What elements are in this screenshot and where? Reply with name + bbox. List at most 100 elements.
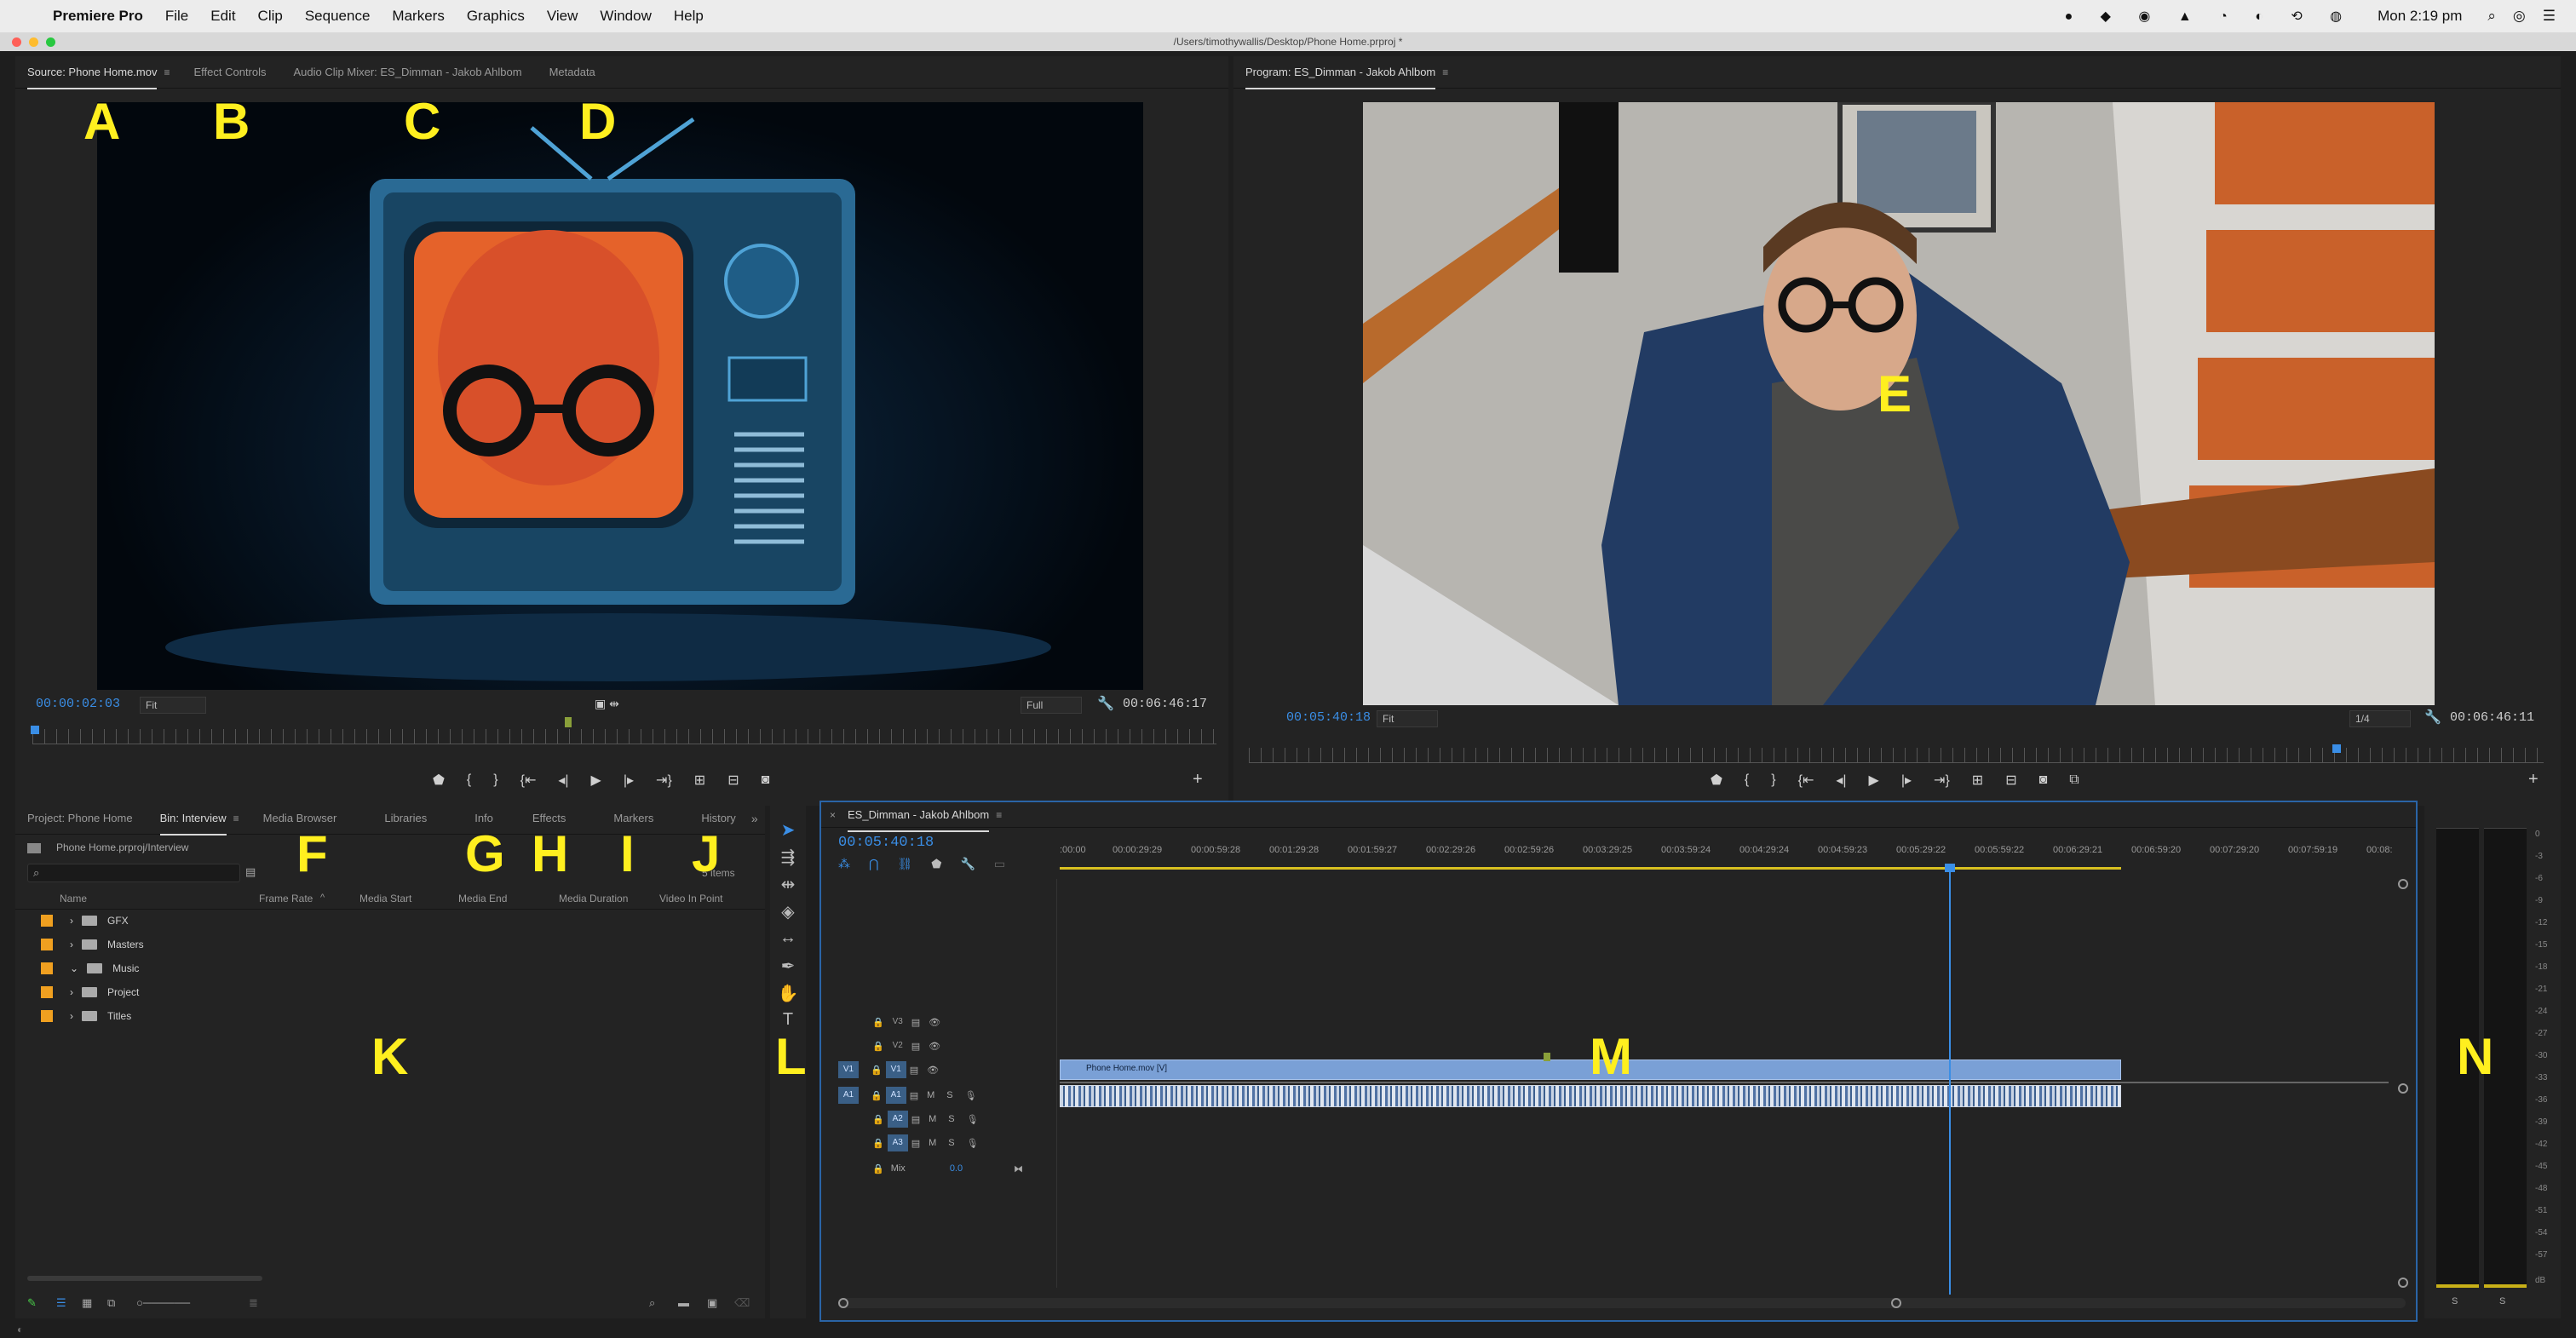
disclosure-icon[interactable]: ⌄ — [70, 962, 78, 974]
track-target[interactable]: A1 — [885, 1087, 906, 1104]
sync-lock-icon[interactable]: ▤ — [911, 1017, 920, 1028]
program-resolution-select[interactable]: 1/4 — [2349, 710, 2411, 727]
column-frame-rate[interactable]: Frame Rate — [259, 893, 313, 904]
track-target[interactable]: V2 — [888, 1037, 908, 1054]
mark-in-icon[interactable]: { — [467, 772, 471, 788]
scroll-handle-bottom[interactable] — [2398, 1278, 2408, 1288]
disclosure-icon[interactable]: › — [70, 915, 73, 927]
label-swatch[interactable] — [41, 962, 53, 974]
track-header-v3[interactable]: 🔒 V3 ▤ 👁 — [821, 1010, 1046, 1034]
horizontal-zoom-scrollbar[interactable] — [838, 1298, 2406, 1308]
track-header-v2[interactable]: 🔒 V2 ▤ 👁 — [821, 1034, 1046, 1058]
siri-icon[interactable]: ◎ — [2513, 8, 2526, 25]
go-to-out-icon[interactable]: ⇥} — [1934, 772, 1950, 789]
zoom-handle-right[interactable] — [1891, 1298, 1901, 1308]
mark-in-icon[interactable]: { — [1745, 772, 1749, 788]
source-time-ruler[interactable] — [32, 729, 1216, 744]
solo-button[interactable]: S — [948, 1138, 954, 1148]
tab-project[interactable]: Project: Phone Home — [15, 812, 148, 824]
eye-icon[interactable]: 👁 — [929, 1017, 940, 1028]
new-search-bin-icon[interactable]: ▤ — [245, 865, 256, 879]
close-window-button[interactable] — [12, 37, 21, 47]
add-button-icon[interactable]: + — [1193, 770, 1203, 790]
track-header-a1[interactable]: A1 🔒 A1 ▤ M S 🎙 — [821, 1083, 1046, 1107]
mute-button[interactable]: M — [929, 1138, 936, 1148]
zoom-window-button[interactable] — [46, 37, 55, 47]
add-button-icon[interactable]: + — [2528, 770, 2539, 790]
timeline-timecode[interactable]: 00:05:40:18 — [838, 835, 934, 851]
lock-icon[interactable]: 🔒 — [872, 1163, 884, 1174]
column-media-duration[interactable]: Media Duration — [559, 893, 628, 904]
go-to-in-icon[interactable]: {⇤ — [1798, 772, 1814, 789]
tab-history[interactable]: History — [689, 812, 750, 824]
menu-markers[interactable]: Markers — [392, 8, 444, 25]
program-playhead[interactable] — [2332, 744, 2341, 753]
selection-tool-icon[interactable]: ➤ — [777, 819, 799, 841]
label-swatch[interactable] — [41, 915, 53, 927]
disclosure-icon[interactable]: › — [70, 1010, 73, 1022]
scroll-handle-mid[interactable] — [2398, 1083, 2408, 1094]
track-header-v1[interactable]: V1 🔒 V1 ▤ 👁 — [821, 1058, 1046, 1082]
label-swatch[interactable] — [41, 1010, 53, 1022]
horizontal-scrollbar[interactable] — [27, 1276, 262, 1281]
source-video-frame[interactable] — [97, 102, 1143, 690]
track-target[interactable]: V3 — [888, 1014, 908, 1031]
sort-ascending-icon[interactable]: ^ — [320, 893, 325, 903]
label-swatch[interactable] — [41, 939, 53, 950]
program-zoom-select[interactable]: Fit — [1377, 710, 1438, 727]
column-media-end[interactable]: Media End — [458, 893, 507, 904]
scroll-handle-top[interactable] — [2398, 879, 2408, 889]
label-swatch[interactable] — [41, 986, 53, 998]
sync-lock-icon[interactable]: ▤ — [911, 1138, 920, 1149]
track-header-mix[interactable]: 🔒 Mix 0.0 ⧓ — [821, 1157, 1046, 1180]
freeform-view-icon[interactable]: ⧉ — [107, 1296, 115, 1310]
eye-icon[interactable]: 👁 — [929, 1041, 940, 1052]
sync-lock-icon[interactable]: ▤ — [910, 1090, 918, 1101]
go-to-out-icon[interactable]: ⇥} — [656, 772, 672, 789]
mic-icon[interactable]: 🎙 — [965, 1090, 977, 1101]
captions-icon[interactable]: ▭ — [994, 857, 1005, 871]
find-icon[interactable]: ⌕ — [649, 1296, 655, 1310]
tab-effects[interactable]: Effects — [520, 812, 582, 824]
add-marker-icon[interactable]: ⬟ — [1711, 772, 1722, 789]
sync-lock-icon[interactable]: ▤ — [911, 1114, 920, 1125]
wrench-icon[interactable]: 🔧 — [1097, 695, 1114, 712]
track-header-a3[interactable]: 🔒 A3 ▤ M S 🎙 — [821, 1131, 1046, 1155]
export-frame-icon[interactable]: ◙ — [2039, 772, 2048, 788]
lift-icon[interactable]: ⊞ — [1972, 772, 1983, 789]
minimize-window-button[interactable] — [29, 37, 38, 47]
source-patch-a1[interactable]: A1 — [838, 1087, 859, 1104]
pen-tool-icon[interactable]: ✒ — [777, 956, 799, 977]
list-item[interactable]: › Project — [41, 986, 139, 998]
playhead-handle[interactable] — [1945, 864, 1955, 872]
track-target[interactable]: V1 — [885, 1061, 906, 1078]
settings-icon[interactable]: ▣ ⇹ — [595, 697, 619, 711]
export-frame-icon[interactable]: ◙ — [762, 772, 770, 788]
timeline-settings-icon[interactable]: 🔧 — [960, 857, 975, 871]
step-forward-icon[interactable]: |▸ — [624, 772, 634, 789]
column-media-start[interactable]: Media Start — [359, 893, 411, 904]
lock-icon[interactable]: 🔒 — [872, 1017, 884, 1028]
step-back-icon[interactable]: ◂| — [558, 772, 568, 789]
step-forward-icon[interactable]: |▸ — [1901, 772, 1912, 789]
mark-out-icon[interactable]: } — [493, 772, 497, 788]
menu-edit[interactable]: Edit — [210, 8, 235, 25]
clock[interactable]: Mon 2:19 pm — [2378, 8, 2462, 25]
pencil-icon[interactable]: ✎ — [27, 1296, 37, 1310]
linked-selection-icon[interactable]: ⛓ — [897, 857, 912, 871]
mark-out-icon[interactable]: } — [1771, 772, 1775, 788]
eye-icon[interactable]: 👁 — [927, 1065, 939, 1076]
sort-icons-icon[interactable]: ≣ — [249, 1296, 258, 1310]
work-area-bar[interactable] — [1060, 867, 2121, 870]
lock-icon[interactable]: 🔒 — [872, 1114, 884, 1125]
mute-button[interactable]: M — [927, 1090, 934, 1100]
source-patch-v1[interactable]: V1 — [838, 1061, 859, 1078]
nest-icon[interactable]: ⁂ — [838, 857, 850, 871]
menu-sequence[interactable]: Sequence — [305, 8, 371, 25]
go-to-in-icon[interactable]: {⇤ — [520, 772, 537, 789]
menu-app-name[interactable]: Premiere Pro — [53, 8, 143, 25]
mic-icon[interactable]: 🎙 — [967, 1138, 979, 1149]
column-name[interactable]: Name — [60, 893, 87, 904]
solo-right-button[interactable]: S — [2499, 1296, 2505, 1306]
razor-tool-icon[interactable]: ◈ — [777, 901, 799, 922]
